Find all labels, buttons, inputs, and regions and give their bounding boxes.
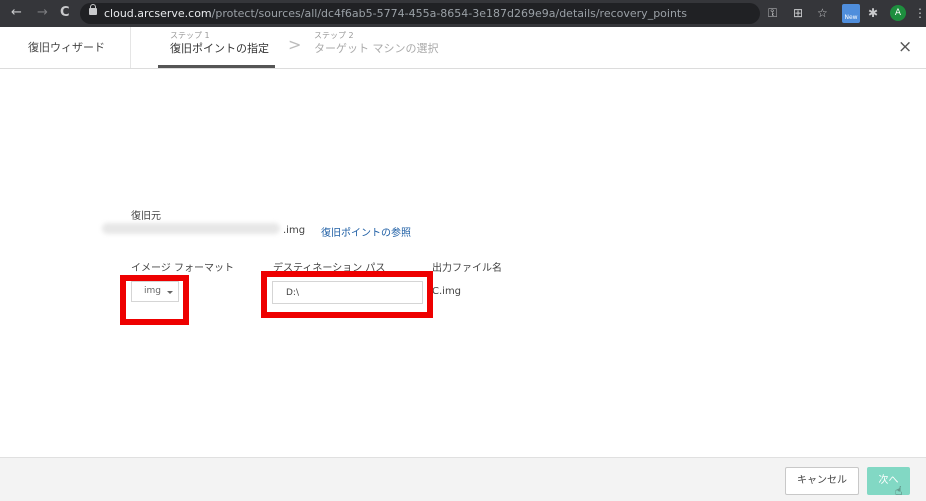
step-2[interactable]: ステップ 2 ターゲット マシンの選択 (314, 31, 439, 57)
url-text: cloud.arcserve.com/protect/sources/all/d… (104, 7, 687, 20)
wizard-title: 復旧ウィザード (28, 41, 105, 54)
step-2-name: ターゲット マシンの選択 (314, 42, 439, 55)
browser-toolbar: ← → C cloud.arcserve.com/protect/sources… (0, 0, 926, 27)
next-button[interactable]: 次へ (867, 467, 910, 495)
address-bar[interactable]: cloud.arcserve.com/protect/sources/all/d… (80, 3, 760, 24)
step-2-label: ステップ 2 (314, 31, 354, 40)
header-divider (130, 27, 131, 68)
hand-cursor-icon: ☝ (895, 484, 903, 498)
source-path-redacted (102, 223, 280, 234)
back-icon[interactable]: ← (11, 5, 22, 21)
cancel-button[interactable]: キャンセル (785, 467, 859, 495)
wizard-header: 復旧ウィザード ステップ 1 復旧ポイントの指定 > ステップ 2 ターゲット … (0, 27, 926, 69)
key-icon[interactable]: ⚿ (768, 5, 777, 21)
star-icon[interactable]: ☆ (817, 5, 828, 21)
browse-recovery-points-link[interactable]: 復旧ポイントの参照 (321, 224, 411, 239)
puzzle-icon[interactable]: ✱ (868, 5, 878, 21)
step-1[interactable]: ステップ 1 復旧ポイントの指定 (170, 31, 269, 57)
forward-icon[interactable]: → (37, 5, 48, 21)
image-format-label: イメージ フォーマット (131, 263, 234, 274)
source-label: 復旧元 (131, 211, 161, 222)
highlight-box-destination-path (261, 271, 433, 318)
highlight-box-image-format (120, 275, 189, 325)
chevron-right-icon: > (288, 35, 302, 54)
source-extension: .img (283, 225, 306, 236)
menu-icon[interactable]: ⋮ (914, 5, 926, 21)
step-1-name: 復旧ポイントの指定 (170, 42, 269, 55)
output-filename-label: 出力ファイル名 (432, 263, 502, 274)
close-icon[interactable]: × (898, 37, 912, 57)
translate-icon[interactable]: ⊞ (793, 5, 803, 21)
extension-new-icon[interactable]: New (842, 4, 860, 23)
wizard-footer: キャンセル 次へ (0, 457, 926, 501)
output-filename-value: C.img (432, 286, 462, 297)
avatar[interactable]: A (890, 5, 906, 21)
step-1-label: ステップ 1 (170, 31, 210, 40)
reload-icon[interactable]: C (60, 5, 70, 21)
active-step-underline (158, 65, 275, 68)
lock-icon (89, 4, 97, 15)
